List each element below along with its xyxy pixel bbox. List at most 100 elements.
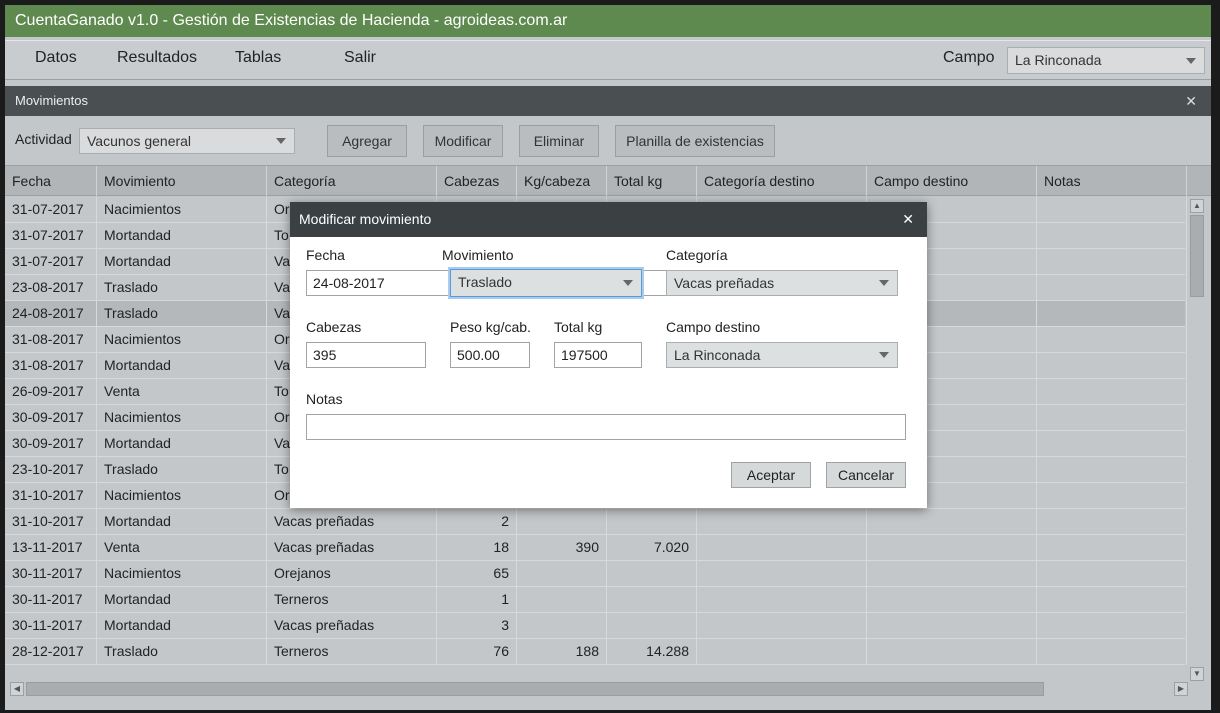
close-icon[interactable]: ✕ <box>902 202 914 237</box>
cell-fecha: 31-10-2017 <box>5 483 97 509</box>
column-header-categoria[interactable]: Categoría <box>267 166 437 196</box>
menu-item-tablas[interactable]: Tablas <box>235 41 281 75</box>
close-icon[interactable]: ✕ <box>1185 86 1197 116</box>
cell-categoria-destino <box>697 561 867 587</box>
cell-kg-cabeza: 188 <box>517 639 607 665</box>
column-header-categoria-destino[interactable]: Categoría destino <box>697 166 867 196</box>
cell-total-kg <box>607 509 697 535</box>
scroll-right-icon[interactable]: ▶ <box>1174 682 1188 696</box>
cell-fecha: 31-07-2017 <box>5 197 97 223</box>
table-row[interactable]: 31-10-2017 Mortandad Vacas preñadas 2 <box>5 509 1187 535</box>
cell-fecha: 30-11-2017 <box>5 561 97 587</box>
cell-movimiento: Mortandad <box>97 431 267 457</box>
campo-destino-select-value: La Rinconada <box>674 347 761 363</box>
campo-destino-select[interactable]: La Rinconada <box>666 342 898 368</box>
peso-field[interactable]: 500.00 <box>450 342 530 368</box>
campo-destino-label: Campo destino <box>666 319 761 335</box>
cell-notas <box>1037 379 1187 405</box>
menu-item-resultados[interactable]: Resultados <box>117 41 197 75</box>
chevron-down-icon <box>276 138 286 144</box>
cell-notas <box>1037 483 1187 509</box>
planilla-existencias-button[interactable]: Planilla de existencias <box>615 125 775 157</box>
menu-item-datos[interactable]: Datos <box>35 41 77 75</box>
actividad-label: Actividad <box>15 131 72 147</box>
total-kg-field[interactable]: 197500 <box>554 342 642 368</box>
scroll-down-icon[interactable]: ▼ <box>1190 667 1204 681</box>
cell-total-kg: 14.288 <box>607 639 697 665</box>
cell-fecha: 13-11-2017 <box>5 535 97 561</box>
campo-select[interactable]: La Rinconada <box>1007 47 1205 74</box>
cell-fecha: 31-08-2017 <box>5 327 97 353</box>
menu-item-salir[interactable]: Salir <box>344 41 376 75</box>
cell-movimiento: Nacimientos <box>97 197 267 223</box>
cell-movimiento: Traslado <box>97 457 267 483</box>
column-header-cabezas[interactable]: Cabezas <box>437 166 517 196</box>
cell-fecha: 30-09-2017 <box>5 405 97 431</box>
peso-label: Peso kg/cab. <box>450 319 531 335</box>
scroll-up-icon[interactable]: ▲ <box>1190 199 1204 213</box>
table-row[interactable]: 13-11-2017 Venta Vacas preñadas 18 390 7.020 <box>5 535 1187 561</box>
column-header-notas[interactable]: Notas <box>1037 166 1187 196</box>
cell-kg-cabeza <box>517 509 607 535</box>
table-header: Fecha Movimiento Categoría Cabezas Kg/cabeza… <box>5 165 1211 196</box>
modificar-button[interactable]: Modificar <box>423 125 503 157</box>
cell-total-kg <box>607 587 697 613</box>
cell-categoria-destino <box>697 587 867 613</box>
vertical-scrollbar[interactable]: ▲ ▼ <box>1189 197 1205 681</box>
cell-movimiento: Nacimientos <box>97 483 267 509</box>
cell-movimiento: Traslado <box>97 275 267 301</box>
cell-campo-destino <box>867 613 1037 639</box>
cell-categoria: Vacas preñadas <box>267 535 437 561</box>
horizontal-scroll-thumb[interactable] <box>26 682 1044 696</box>
movimiento-select[interactable]: Traslado <box>450 269 642 297</box>
actividad-select[interactable]: Vacunos general <box>79 128 295 154</box>
column-header-kg-cabeza[interactable]: Kg/cabeza <box>517 166 607 196</box>
cell-movimiento: Nacimientos <box>97 561 267 587</box>
cell-categoria: Terneros <box>267 587 437 613</box>
cell-notas <box>1037 457 1187 483</box>
eliminar-button[interactable]: Eliminar <box>519 125 599 157</box>
chevron-down-icon <box>1186 57 1196 64</box>
cell-movimiento: Mortandad <box>97 613 267 639</box>
cell-fecha: 31-10-2017 <box>5 509 97 535</box>
table-row[interactable]: 28-12-2017 Traslado Terneros 76 188 14.288 <box>5 639 1187 665</box>
table-row[interactable]: 30-11-2017 Mortandad Terneros 1 <box>5 587 1187 613</box>
cell-movimiento: Mortandad <box>97 353 267 379</box>
panel-header: Movimientos ✕ <box>5 86 1211 116</box>
cell-fecha: 31-08-2017 <box>5 353 97 379</box>
categoria-label: Categoría <box>666 247 728 263</box>
movimiento-select-value: Traslado <box>458 274 512 290</box>
table-row[interactable]: 30-11-2017 Nacimientos Orejanos 65 <box>5 561 1187 587</box>
table-row[interactable]: 30-11-2017 Mortandad Vacas preñadas 3 <box>5 613 1187 639</box>
dialog-header: Modificar movimiento ✕ <box>290 202 927 237</box>
actividad-select-value: Vacunos general <box>87 133 192 149</box>
cell-notas <box>1037 639 1187 665</box>
column-header-total-kg[interactable]: Total kg <box>607 166 697 196</box>
cabezas-field[interactable]: 395 <box>306 342 426 368</box>
cell-movimiento: Mortandad <box>97 249 267 275</box>
column-header-campo-destino[interactable]: Campo destino <box>867 166 1037 196</box>
cell-notas <box>1037 197 1187 223</box>
cabezas-label: Cabezas <box>306 319 362 335</box>
column-header-fecha[interactable]: Fecha <box>5 166 97 196</box>
vertical-scroll-thumb[interactable] <box>1190 215 1204 297</box>
fecha-value: 24-08-2017 <box>313 275 385 291</box>
cell-movimiento: Mortandad <box>97 587 267 613</box>
aceptar-button[interactable]: Aceptar <box>731 462 811 488</box>
horizontal-scrollbar[interactable]: ◀ ▶ <box>10 681 1190 697</box>
cell-kg-cabeza <box>517 561 607 587</box>
categoria-select[interactable]: Vacas preñadas <box>666 270 898 296</box>
cell-fecha: 26-09-2017 <box>5 379 97 405</box>
cancelar-button[interactable]: Cancelar <box>826 462 906 488</box>
campo-select-value: La Rinconada <box>1015 52 1102 68</box>
cell-fecha: 30-11-2017 <box>5 613 97 639</box>
cell-campo-destino <box>867 509 1037 535</box>
notas-field[interactable] <box>306 414 906 440</box>
cell-notas <box>1037 509 1187 535</box>
cell-cabezas: 65 <box>437 561 517 587</box>
agregar-button[interactable]: Agregar <box>327 125 407 157</box>
cell-campo-destino <box>867 561 1037 587</box>
column-header-movimiento[interactable]: Movimiento <box>97 166 267 196</box>
scroll-left-icon[interactable]: ◀ <box>10 682 24 696</box>
cell-movimiento: Nacimientos <box>97 327 267 353</box>
